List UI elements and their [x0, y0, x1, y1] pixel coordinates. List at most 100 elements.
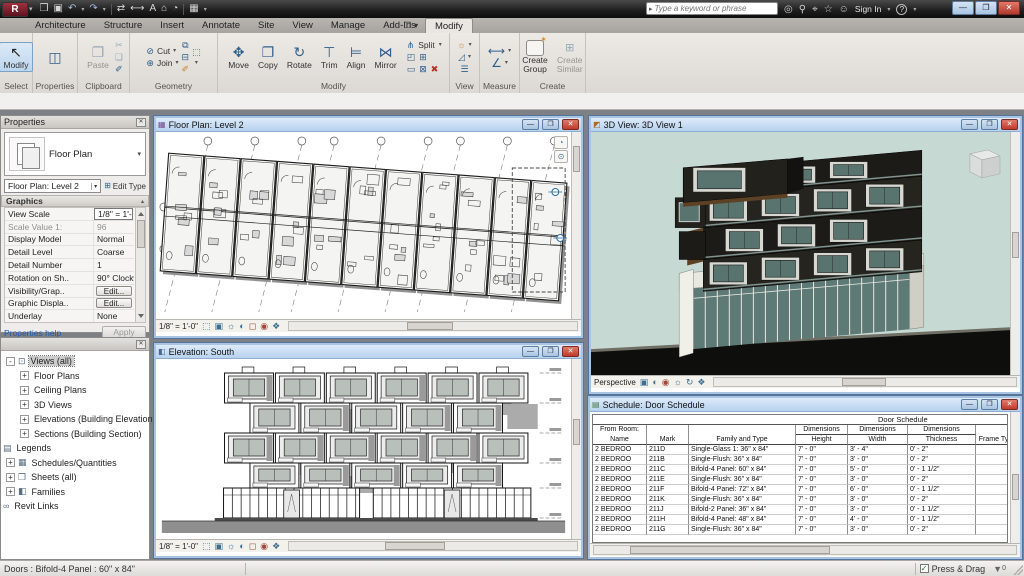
properties-palette-titlebar[interactable]: Properties ✕: [1, 116, 149, 129]
property-row[interactable]: Detail Level Coarse: [5, 246, 134, 259]
steering-wheel-icon[interactable]: ◔: [554, 136, 568, 149]
panel-label-select[interactable]: Select: [0, 80, 32, 93]
ribbon-tab[interactable]: Modify: [425, 18, 473, 33]
view-minimize-button[interactable]: —: [522, 119, 539, 130]
temporary-hide-isolate-icon[interactable]: ❖: [272, 321, 280, 332]
ribbon-tab[interactable]: Manage: [322, 18, 374, 33]
align-button[interactable]: ⊨Align: [344, 43, 369, 71]
search-go-icon[interactable]: ▸: [647, 5, 655, 13]
panel-label-properties[interactable]: Properties: [33, 80, 77, 93]
floor-plan-canvas[interactable]: ◔ ⊙: [156, 132, 581, 319]
minimize-button[interactable]: —: [952, 1, 974, 15]
schedule-row[interactable]: 2 BEDROO 211B Single-Flush: 36" x 84" 7'…: [593, 455, 1008, 465]
properties-help-link[interactable]: Properties help: [4, 328, 61, 338]
user-icon[interactable]: ☺: [839, 4, 849, 15]
open-icon[interactable]: ❒: [40, 1, 49, 17]
user-interface-icon[interactable]: ▦: [189, 1, 198, 17]
visual-style-icon[interactable]: ▣: [215, 541, 224, 552]
ribbon-tab[interactable]: View: [283, 18, 321, 33]
lightbulb-icon[interactable]: ☼: [457, 40, 465, 50]
elevation-horizontal-scrollbar[interactable]: [288, 541, 578, 551]
type-selector[interactable]: Floor Plan ▾: [4, 132, 146, 176]
schedule-header-row[interactable]: Name Mark Family and Type Height Width T…: [593, 435, 1008, 445]
3d-view-titlebar[interactable]: ◩ 3D View: 3D View 1 — ❐ ✕: [591, 118, 1020, 132]
zoom-tool-icon[interactable]: ⊙: [554, 150, 568, 163]
view-restore-button[interactable]: ❐: [542, 346, 559, 357]
cut-geometry-button[interactable]: ⊘ Cut▾: [146, 46, 176, 56]
crop-view-icon[interactable]: ◻: [249, 321, 256, 332]
schedule-row[interactable]: 2 BEDROO 211J Bifold-2 Panel: 36" x 84" …: [593, 505, 1008, 515]
delete-icon[interactable]: ✖: [431, 64, 439, 74]
help-icon[interactable]: ?: [896, 4, 907, 15]
geometry-more-icon[interactable]: ▾: [195, 59, 198, 66]
favorites-star-icon[interactable]: ☆: [824, 4, 833, 15]
match-type-icon[interactable]: ✐: [115, 64, 123, 74]
property-row[interactable]: Scale Value 1: 96: [5, 221, 134, 234]
close-button[interactable]: ✕: [998, 1, 1020, 15]
temporary-hide-isolate-icon[interactable]: ❖: [697, 377, 705, 388]
detail-level-icon[interactable]: ⬚: [202, 541, 211, 552]
sun-path-icon[interactable]: ☼: [227, 541, 235, 551]
help-dropdown-icon[interactable]: ▾: [913, 6, 916, 13]
view-restore-button[interactable]: ❐: [981, 119, 998, 130]
browser-tree-item[interactable]: + Elevations (Building Elevation): [17, 412, 149, 427]
ribbon-tab[interactable]: Structure: [95, 18, 152, 33]
view-restore-button[interactable]: ❐: [981, 399, 998, 410]
browser-tree-item[interactable]: + Floor Plans: [17, 369, 149, 384]
save-icon[interactable]: ▣: [53, 1, 62, 17]
view-close-button[interactable]: ✕: [1001, 399, 1018, 410]
tree-expander-icon[interactable]: +: [6, 473, 15, 482]
browser-tree-item[interactable]: ▤ Legends: [3, 441, 149, 456]
plan-scale-button[interactable]: 1/8" = 1'-0": [159, 322, 198, 331]
perspective-label[interactable]: Perspective: [594, 378, 636, 387]
instance-selector[interactable]: Floor Plan: Level 2 ▾: [4, 179, 101, 193]
ribbon-tab[interactable]: Insert: [151, 18, 193, 33]
elevation-titlebar[interactable]: ◧ Elevation: South — ❐ ✕: [156, 345, 581, 359]
panel-label-geometry[interactable]: Geometry: [130, 80, 217, 93]
detail-level-icon[interactable]: ▣: [640, 377, 649, 388]
tree-expander-icon[interactable]: +: [20, 400, 29, 409]
elevation-canvas[interactable]: [156, 359, 581, 539]
view-minimize-button[interactable]: —: [522, 346, 539, 357]
project-browser-titlebar[interactable]: ✕: [1, 338, 149, 351]
browser-tree-item[interactable]: + 3D Views: [17, 398, 149, 413]
ribbon-tab[interactable]: Site: [249, 18, 283, 33]
browser-tree-item[interactable]: + ❐ Sheets (all): [3, 470, 149, 485]
beam-join-icon[interactable]: ⊟: [182, 52, 190, 62]
split-icon[interactable]: ⋔: [407, 40, 415, 50]
mirror-button[interactable]: ⋈Mirror: [371, 43, 399, 71]
default-3d-view-icon[interactable]: ⌂: [161, 1, 167, 17]
copy-icon[interactable]: ❏: [115, 52, 123, 62]
filter-icon[interactable]: ▼: [993, 564, 1002, 574]
visual-style-icon[interactable]: ▣: [215, 321, 224, 332]
create-similar-button[interactable]: ⊞ CreateSimilar: [554, 39, 586, 75]
dimension-icon[interactable]: ⟷: [130, 1, 144, 17]
schedule-row[interactable]: 2 BEDROO 211G Single-Flush: 36" x 84" 7'…: [593, 525, 1008, 535]
modify-tool-button[interactable]: ↖ Modify: [0, 42, 33, 72]
browser-tree-item[interactable]: + ▦ Schedules/Quantities: [3, 456, 149, 471]
create-group-button[interactable]: ✶ CreateGroup: [519, 39, 551, 75]
browser-tree-item[interactable]: + Sections (Building Section): [17, 427, 149, 442]
browser-tree-item[interactable]: + ◧ Families: [3, 485, 149, 500]
property-row[interactable]: Visibility/Grap.. Edit...: [5, 285, 134, 298]
render-icon[interactable]: ↻: [686, 377, 694, 388]
section-icon[interactable]: ◔: [172, 1, 178, 17]
shadows-icon[interactable]: ◐: [239, 541, 244, 551]
ribbon-tab[interactable]: Annotate: [193, 18, 249, 33]
qat-customize-icon[interactable]: ▾: [204, 6, 207, 13]
transfer-icon[interactable]: ⇄: [117, 1, 125, 17]
shadows-icon[interactable]: ◐: [239, 321, 244, 331]
property-row[interactable]: Display Model Normal: [5, 234, 134, 247]
3d-canvas[interactable]: [591, 132, 1020, 375]
property-row[interactable]: Rotation on Sh.. 90° Clockwise: [5, 272, 134, 285]
ribbon-tab[interactable]: Architecture: [26, 18, 95, 33]
property-row[interactable]: View Scale 1/8" = 1'-0": [5, 208, 134, 221]
communication-center-icon[interactable]: ⌖: [812, 4, 818, 15]
pin-icon[interactable]: ⊠: [419, 64, 427, 74]
join-geometry-button[interactable]: ⊕ Join▾: [146, 58, 178, 68]
undo-icon[interactable]: ↶: [68, 1, 76, 17]
resize-grip[interactable]: [1013, 565, 1023, 575]
array-icon[interactable]: ⊞: [419, 52, 427, 62]
scale-icon[interactable]: ▭: [407, 64, 416, 74]
3d-vertical-scrollbar[interactable]: [1010, 132, 1020, 375]
